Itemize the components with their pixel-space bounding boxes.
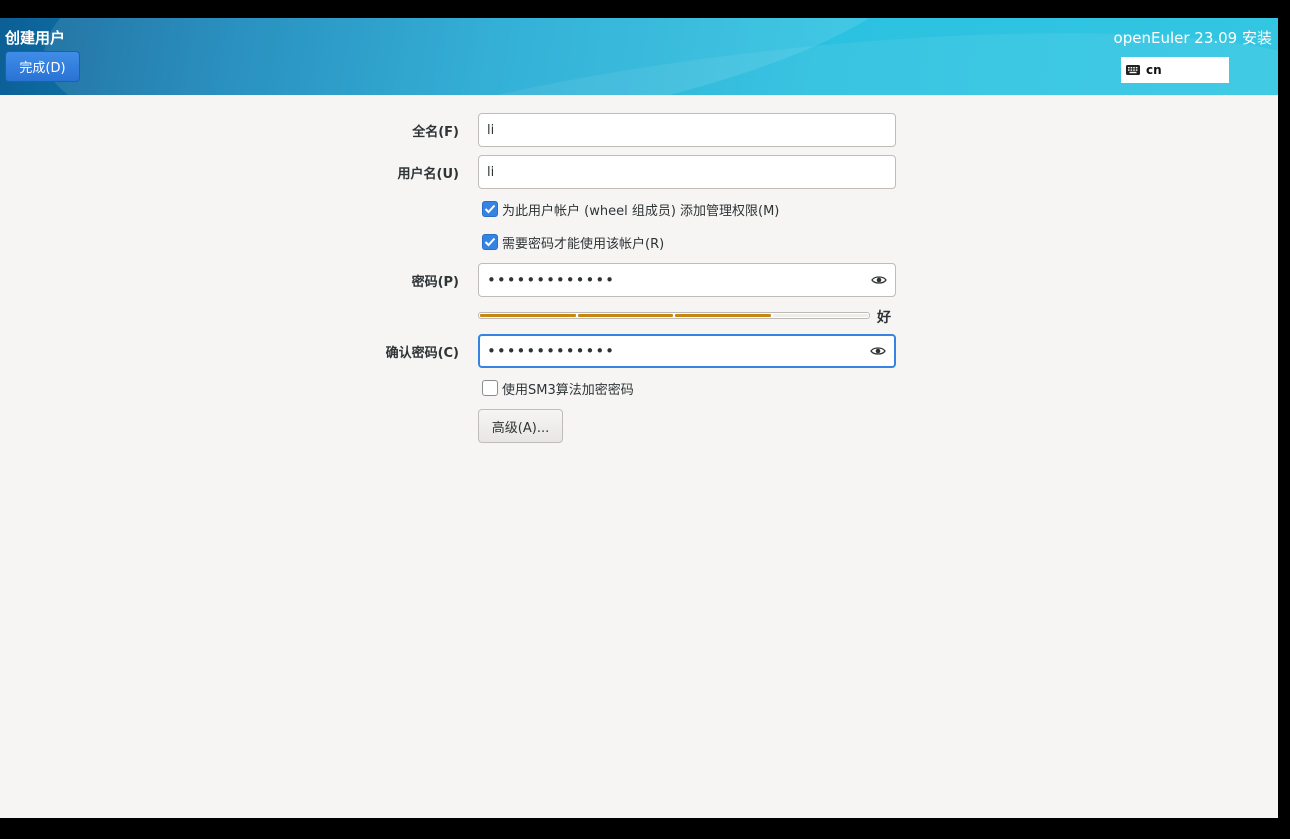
product-title: openEuler 23.09 安装 [1113, 29, 1272, 47]
password-value: ••••••••••••• [487, 271, 616, 289]
sm3-checkbox-row[interactable]: 使用SM3算法加密密码 [482, 379, 634, 398]
password-input[interactable]: ••••••••••••• [478, 263, 896, 297]
fullname-input[interactable]: li [478, 113, 896, 147]
keyboard-layout-indicator[interactable]: cn [1121, 57, 1229, 83]
admin-checkbox[interactable] [482, 201, 498, 217]
confirm-password-value: ••••••••••••• [487, 342, 616, 360]
username-label: 用户名(U) [397, 167, 459, 182]
username-value: li [487, 164, 495, 180]
require-password-checkbox-row[interactable]: 需要密码才能使用该帐户(R) [482, 233, 665, 252]
eye-icon[interactable] [870, 346, 886, 357]
strength-segment [480, 314, 576, 317]
header-banner: 创建用户 完成(D) openEuler 23.09 安装 cn [0, 18, 1278, 95]
eye-icon[interactable] [871, 275, 887, 286]
password-strength-bar [478, 312, 870, 319]
password-label: 密码(P) [411, 275, 459, 290]
confirm-password-input[interactable]: ••••••••••••• [478, 334, 896, 368]
advanced-button[interactable]: 高级(A)... [478, 409, 563, 443]
check-icon [484, 237, 496, 247]
admin-checkbox-row[interactable]: 为此用户帐户 (wheel 组成员) 添加管理权限(M) [482, 200, 780, 219]
page-title: 创建用户 [5, 29, 66, 47]
password-strength-label: 好 [877, 310, 891, 326]
strength-segment [577, 314, 673, 317]
sm3-checkbox[interactable] [482, 380, 498, 396]
keyboard-layout-label: cn [1146, 63, 1162, 77]
sm3-checkbox-label: 使用SM3算法加密密码 [502, 382, 634, 398]
admin-checkbox-label: 为此用户帐户 (wheel 组成员) 添加管理权限(M) [502, 203, 780, 219]
strength-segment [675, 314, 771, 317]
require-password-checkbox-label: 需要密码才能使用该帐户(R) [502, 236, 665, 252]
installer-window: 创建用户 完成(D) openEuler 23.09 安装 cn 全名(F) l… [0, 18, 1278, 818]
check-icon [484, 204, 496, 214]
done-button[interactable]: 完成(D) [5, 51, 80, 82]
fullname-label: 全名(F) [412, 125, 459, 140]
confirm-password-label: 确认密码(C) [385, 346, 459, 361]
strength-segment [772, 314, 868, 317]
username-input[interactable]: li [478, 155, 896, 189]
require-password-checkbox[interactable] [482, 234, 498, 250]
keyboard-icon [1126, 65, 1140, 75]
fullname-value: li [487, 122, 495, 138]
